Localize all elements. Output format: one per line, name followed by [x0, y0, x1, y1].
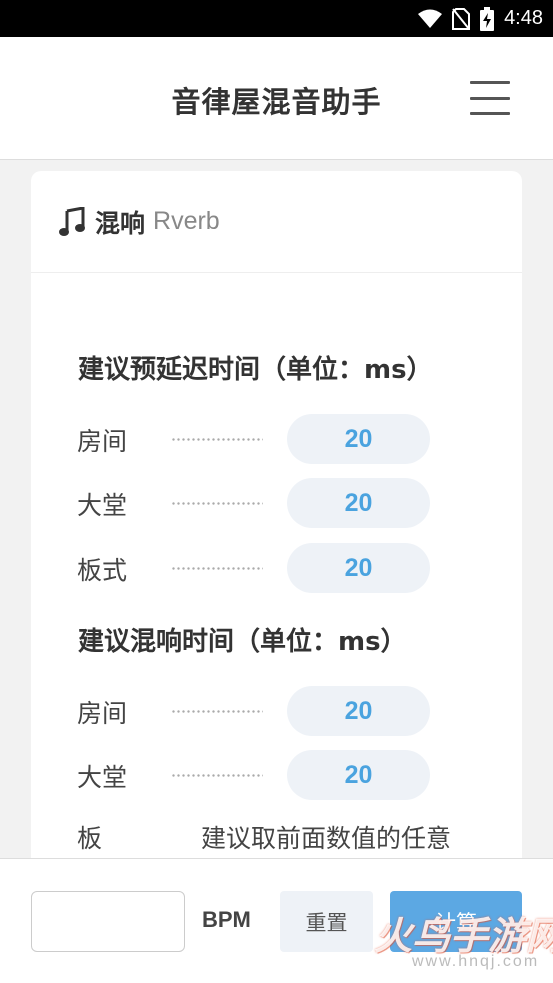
card-header: 混响 Rverb — [31, 171, 522, 273]
app-bar: 音律屋混音助手 — [0, 37, 553, 160]
status-icons: 4:48 — [418, 0, 543, 37]
menu-line — [470, 81, 510, 84]
menu-line — [470, 112, 510, 115]
note-text: 建议取前面数值的任意 — [201, 824, 452, 853]
list-item: 房间 20 — [31, 686, 522, 736]
value-pill: 20 — [287, 414, 430, 464]
reset-button[interactable]: 重置 — [280, 891, 373, 952]
no-sim-icon — [452, 7, 471, 30]
row-label: 板 — [77, 824, 103, 853]
dotted-leader — [171, 710, 263, 713]
dotted-leader — [171, 438, 263, 441]
reverb-card: 混响 Rverb 建议预延迟时间（单位：ms） 房间 20 大堂 20 板式 2… — [31, 171, 522, 871]
dotted-leader — [171, 567, 263, 570]
wifi-icon — [418, 9, 443, 28]
status-bar: 4:48 — [0, 0, 553, 37]
list-item: 大堂 20 — [31, 478, 522, 528]
bpm-label: BPM — [202, 907, 251, 932]
section-title-predelay: 建议预延迟时间（单位：ms） — [78, 355, 433, 385]
menu-line — [470, 96, 510, 100]
bottom-bar: BPM 重置 计算 — [0, 858, 553, 983]
row-label: 大堂 — [77, 763, 128, 792]
value-pill: 20 — [287, 686, 430, 736]
list-item: 板式 20 — [31, 543, 522, 593]
hamburger-menu-icon[interactable] — [470, 81, 510, 115]
dotted-leader — [171, 774, 263, 777]
status-time: 4:48 — [504, 7, 543, 29]
section-title-reverb-time: 建议混响时间（单位：ms） — [78, 627, 407, 657]
card-title: 混响 — [95, 208, 146, 238]
calculate-button[interactable]: 计算 — [390, 891, 522, 952]
music-note-icon — [59, 206, 85, 236]
value-pill: 20 — [287, 543, 430, 593]
dotted-leader — [171, 502, 263, 505]
row-label: 大堂 — [77, 491, 128, 520]
list-item: 大堂 20 — [31, 750, 522, 800]
list-item: 板 建议取前面数值的任意 — [31, 811, 522, 861]
battery-charging-icon — [480, 6, 495, 31]
row-label: 房间 — [77, 699, 128, 728]
card-subtitle: Rverb — [153, 207, 220, 235]
row-label: 板式 — [77, 556, 128, 585]
bpm-input[interactable] — [31, 891, 185, 952]
list-item: 房间 20 — [31, 414, 522, 464]
row-label: 房间 — [77, 427, 128, 456]
value-pill: 20 — [287, 750, 430, 800]
value-pill: 20 — [287, 478, 430, 528]
